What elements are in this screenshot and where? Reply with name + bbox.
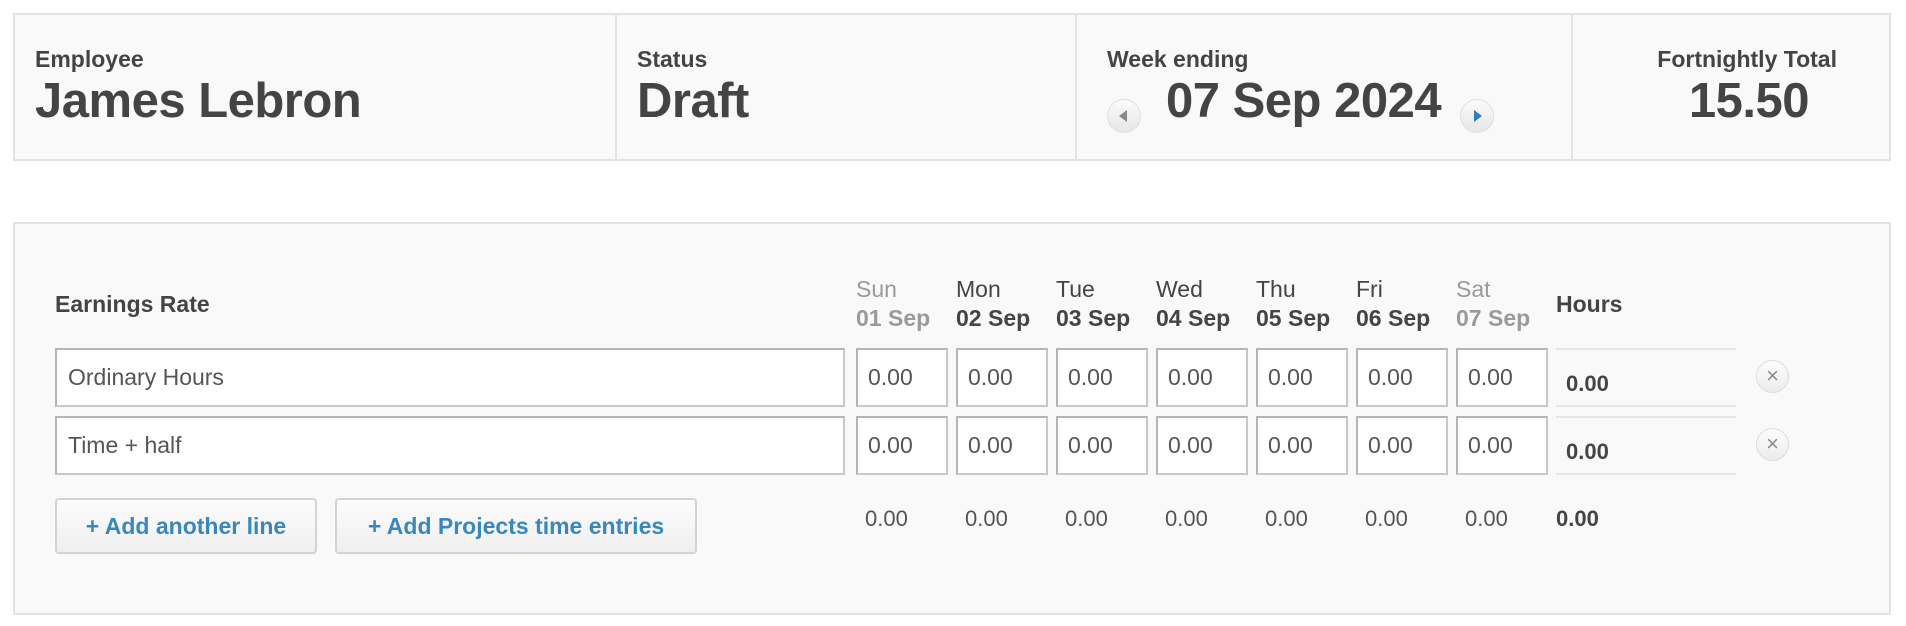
day-header-fri: Fri 06 Sep — [1356, 275, 1430, 333]
day-header-tue: Tue 03 Sep — [1056, 275, 1130, 333]
hours-input-sun[interactable] — [856, 348, 948, 407]
hours-input-wed[interactable] — [1156, 348, 1248, 407]
week-ending-value: 07 Sep 2024 — [1166, 74, 1442, 128]
add-projects-time-entries-button[interactable]: + Add Projects time entries — [335, 498, 697, 554]
hours-input-thu[interactable] — [1256, 416, 1348, 475]
day-total-wed: 0.00 — [1165, 506, 1208, 531]
day-total-sat: 0.00 — [1465, 506, 1508, 531]
remove-line-button[interactable]: × — [1756, 428, 1789, 461]
day-total-mon: 0.00 — [965, 506, 1008, 531]
hours-input-sat[interactable] — [1456, 348, 1548, 407]
timesheet-summary: Employee James Lebron Status Draft Week … — [13, 13, 1891, 161]
triangle-right-icon — [1474, 110, 1482, 122]
hours-input-tue[interactable] — [1056, 416, 1148, 475]
day-total-sun: 0.00 — [865, 506, 908, 531]
day-date: 03 Sep — [1056, 305, 1131, 331]
day-header-thu: Thu 05 Sep — [1256, 275, 1330, 333]
status-cell: Status Draft — [617, 15, 1077, 159]
employee-label: Employee — [35, 46, 144, 72]
row-hours-total: 0.00 — [1556, 348, 1736, 407]
status-value: Draft — [637, 74, 749, 128]
add-another-line-button[interactable]: + Add another line — [55, 498, 317, 554]
day-header-wed: Wed 04 Sep — [1156, 275, 1230, 333]
day-name: Mon — [956, 276, 1001, 302]
day-total-thu: 0.00 — [1265, 506, 1308, 531]
earnings-rate-input[interactable] — [55, 348, 845, 407]
close-icon: × — [1766, 363, 1779, 388]
hours-input-thu[interactable] — [1256, 348, 1348, 407]
day-date: 05 Sep — [1256, 305, 1331, 331]
day-date: 04 Sep — [1156, 305, 1231, 331]
earnings-rate-input[interactable] — [55, 416, 845, 475]
day-name: Thu — [1256, 276, 1296, 302]
hours-input-mon[interactable] — [956, 416, 1048, 475]
day-name: Tue — [1056, 276, 1095, 302]
row-hours-total: 0.00 — [1556, 416, 1736, 475]
day-header-mon: Mon 02 Sep — [956, 275, 1030, 333]
hours-input-wed[interactable] — [1156, 416, 1248, 475]
remove-line-button[interactable]: × — [1756, 360, 1789, 393]
earnings-rate-header: Earnings Rate — [55, 291, 210, 317]
status-label: Status — [637, 46, 708, 72]
previous-week-button[interactable] — [1107, 99, 1141, 133]
day-name: Sat — [1456, 276, 1491, 302]
hours-input-tue[interactable] — [1056, 348, 1148, 407]
triangle-left-icon — [1119, 110, 1127, 122]
hours-input-fri[interactable] — [1356, 348, 1448, 407]
day-total-tue: 0.00 — [1065, 506, 1108, 531]
day-total-fri: 0.00 — [1365, 506, 1408, 531]
fortnightly-total-label: Fortnightly Total — [1657, 46, 1837, 72]
grand-hours-total: 0.00 — [1556, 506, 1599, 531]
timesheet-entry-panel: Earnings Rate Sun 01 Sep Mon 02 Sep Tue 03 Se… — [13, 222, 1891, 615]
day-name: Sun — [856, 276, 897, 302]
day-name: Fri — [1356, 276, 1383, 302]
week-ending-label: Week ending — [1107, 46, 1249, 72]
fortnightly-total-value: 15.50 — [1688, 74, 1810, 128]
day-date: 07 Sep — [1456, 305, 1531, 331]
employee-cell: Employee James Lebron — [15, 15, 617, 159]
day-date: 06 Sep — [1356, 305, 1431, 331]
day-date: 02 Sep — [956, 305, 1031, 331]
day-header-sat: Sat 07 Sep — [1456, 275, 1530, 333]
hours-input-sat[interactable] — [1456, 416, 1548, 475]
hours-input-sun[interactable] — [856, 416, 948, 475]
day-header-sun: Sun 01 Sep — [856, 275, 930, 333]
next-week-button[interactable] — [1460, 99, 1494, 133]
week-ending-cell: Week ending 07 Sep 2024 — [1077, 15, 1573, 159]
hours-header: Hours — [1556, 291, 1623, 317]
close-icon: × — [1766, 431, 1779, 456]
hours-input-mon[interactable] — [956, 348, 1048, 407]
day-name: Wed — [1156, 276, 1203, 302]
employee-name: James Lebron — [35, 74, 362, 128]
fortnightly-total-cell: Fortnightly Total 15.50 — [1573, 15, 1889, 159]
day-date: 01 Sep — [856, 305, 931, 331]
hours-input-fri[interactable] — [1356, 416, 1448, 475]
